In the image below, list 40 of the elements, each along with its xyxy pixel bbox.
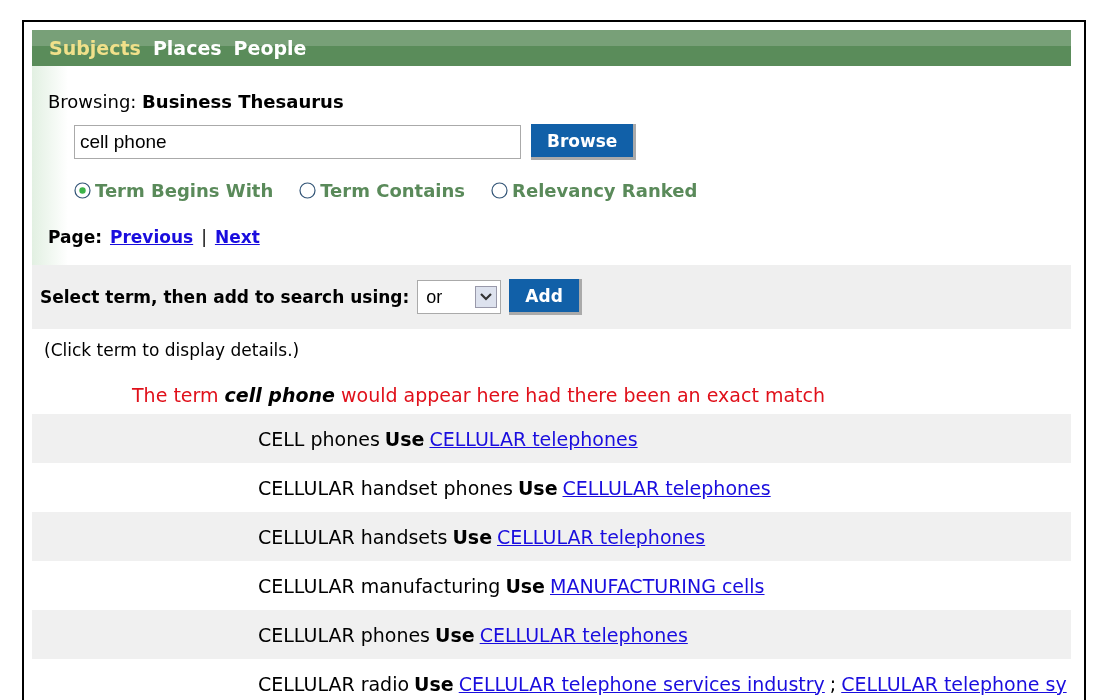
add-button[interactable]: Add <box>509 279 582 315</box>
hint-text: (Click term to display details.) <box>43 339 301 360</box>
term-text[interactable]: CELL phones <box>258 427 380 450</box>
add-label: Select term, then add to search using: <box>40 287 410 307</box>
use-label: Use <box>517 476 558 499</box>
browse-button[interactable]: Browse <box>531 124 637 160</box>
radio-label[interactable]: Relevancy Ranked <box>512 180 698 201</box>
radio-button[interactable] <box>299 182 317 199</box>
radio-label[interactable]: Term Contains <box>320 180 466 201</box>
term-link[interactable]: CELLULAR telephone services industry <box>458 672 825 695</box>
term-link[interactable]: MANUFACTURING cells <box>550 574 765 597</box>
next-link[interactable]: Next <box>214 227 260 247</box>
term-link[interactable]: CELLULAR telephones <box>497 525 706 548</box>
use-label: Use <box>505 574 545 597</box>
term-link[interactable]: CELLULAR telephone sy <box>841 672 1067 695</box>
radio-label[interactable]: Term Begins With <box>95 180 274 201</box>
operator-dropdown[interactable]: or <box>417 280 502 314</box>
use-label: Use <box>384 427 425 450</box>
term-link[interactable]: CELLULAR telephones <box>562 476 771 499</box>
search-field[interactable]: cell phone <box>74 125 521 159</box>
term-text[interactable]: CELLULAR manufacturing <box>258 574 501 597</box>
tab[interactable]: Places <box>152 37 222 59</box>
term-text[interactable]: CELLULAR radio <box>258 672 410 695</box>
use-label: Use <box>414 672 454 695</box>
term-text[interactable]: CELLULAR handset phones <box>258 476 513 499</box>
use-label: Use <box>435 623 475 646</box>
term-text[interactable]: CELLULAR phones <box>258 623 431 646</box>
page-label: Page: <box>48 227 102 247</box>
radio-button[interactable] <box>74 182 91 199</box>
term-text[interactable]: CELLULAR handsets <box>258 525 448 548</box>
use-label: Use <box>452 525 492 548</box>
separator: | <box>201 227 207 247</box>
separator: ; <box>829 672 837 695</box>
previous-link[interactable]: Previous <box>110 227 194 247</box>
browsing-label: Browsing: Business Thesaurus <box>48 91 345 112</box>
tab[interactable]: People <box>233 37 307 59</box>
radio-button[interactable] <box>491 182 509 199</box>
term-link[interactable]: CELLULAR telephones <box>479 623 688 646</box>
term-link[interactable]: CELLULAR telephones <box>429 427 638 450</box>
no-match-message: The term cell phone would appear here had there been an exact match <box>131 383 826 406</box>
